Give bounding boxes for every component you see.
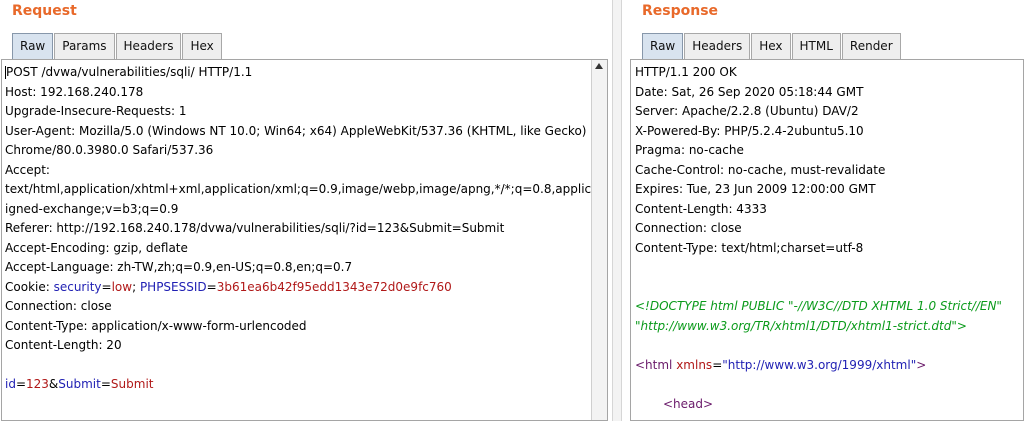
response-line: Pragma: no-cache [635,143,744,157]
request-line: Accept-Encoding: gzip, deflate [5,240,188,255]
request-title: Request [12,3,77,19]
cookie-name: PHPSESSID [139,279,207,294]
cookie-equals: = [206,279,217,294]
request-line: igned-exchange;v=b3;q=0.9 [5,201,179,216]
request-editor[interactable]: POST /dvwa/vulnerabilities/sqli/ HTTP/1.… [1,59,608,421]
response-line: Cache-Control: no-cache, must-revalidate [635,162,886,177]
response-line: Expires: Tue, 23 Jun 2009 12:00:00 GMT [635,182,876,196]
tab-response-hex[interactable]: Hex [751,33,791,59]
response-pane: Response Raw Headers Hex HTML Render HTT… [622,0,1024,421]
tab-response-raw[interactable]: Raw [642,33,684,59]
html-attr-name: xmlns [672,357,713,372]
request-tabs: Raw Params Headers Hex [12,33,223,59]
response-line: Content-Type: text/html;charset=utf-8 [635,240,864,255]
param-name: Submit [58,377,101,391]
param-equals: = [100,377,111,391]
head-tag-line: <head> [663,396,714,411]
request-line: Accept-Language: zh-TW,zh;q=0.9,en-US;q=… [5,260,353,274]
response-line: X-Powered-By: PHP/5.2.4-2ubuntu5.10 [635,123,864,138]
cookie-line: Cookie: security=low; PHPSESSID=3b61ea6b… [5,278,607,298]
response-title: Response [642,3,719,19]
tab-request-headers[interactable]: Headers [115,33,182,59]
response-line: HTTP/1.1 200 OK [635,65,737,79]
param-value: 123 [26,377,49,391]
tab-request-hex[interactable]: Hex [182,33,222,59]
scroll-up-arrow-icon[interactable] [595,63,603,69]
html-attr-equals: = [712,357,723,372]
request-line: Accept: [5,162,50,177]
cookie-value: 3b61ea6b42f95edd1343e72d0e9fc760 [216,279,452,294]
request-line: Host: 192.168.240.178 [5,84,144,99]
html-tag-line: <html xmlns="http://www.w3.org/1999/xhtm… [635,356,1002,376]
request-line: Chrome/80.0.3980.0 Safari/537.36 [5,143,214,157]
response-line: Server: Apache/2.2.8 (Ubuntu) DAV/2 [635,104,859,118]
request-line: Content-Type: application/x-www-form-url… [5,318,307,333]
cookie-name: security [53,279,102,294]
request-line: User-Agent: Mozilla/5.0 (Windows NT 10.0… [5,123,587,138]
cookie-separator: ; [132,279,140,294]
html-attr-value: "http://www.w3.org/1999/xhtml" [722,357,917,372]
request-line: Connection: close [5,299,112,313]
response-editor[interactable]: HTTP/1.1 200 OK Date: Sat, 26 Sep 2020 0… [630,59,1024,421]
request-text: POST /dvwa/vulnerabilities/sqli/ HTTP/1.… [5,63,608,395]
cookie-value: low [111,279,133,294]
param-equals: = [15,377,27,391]
html-tag-open: <html [635,357,673,372]
tab-response-render[interactable]: Render [841,33,901,59]
tab-request-raw[interactable]: Raw [12,33,54,59]
response-line: Connection: close [635,221,742,235]
pane-splitter[interactable] [612,0,622,421]
request-line: Referer: http://192.168.240.178/dvwa/vul… [5,221,505,235]
response-line: Content-Length: 4333 [635,201,767,216]
request-scrollbar[interactable] [591,60,607,420]
param-separator: & [48,377,59,391]
param-name: id [5,377,16,391]
body-line: id=123&Submit=Submit [5,375,607,395]
cookie-label: Cookie: [5,279,54,294]
tab-response-headers[interactable]: Headers [684,33,751,59]
response-line: Date: Sat, 26 Sep 2020 05:18:44 GMT [635,84,864,99]
doctype-line: <!DOCTYPE html PUBLIC "-//W3C//DTD XHTML… [635,299,1002,313]
request-pane: Request Raw Params Headers Hex POST /dvw… [0,0,612,421]
request-line: Content-Length: 20 [5,338,122,352]
request-line: text/html,application/xhtml+xml,applicat… [5,182,608,196]
cookie-equals: = [101,279,112,294]
html-tag-close: > [916,357,927,372]
tab-response-html[interactable]: HTML [791,33,841,59]
request-line: Upgrade-Insecure-Requests: 1 [5,104,187,118]
param-value: Submit [110,377,154,391]
response-text: HTTP/1.1 200 OK Date: Sat, 26 Sep 2020 0… [635,63,1002,414]
request-line-text: POST /dvwa/vulnerabilities/sqli/ HTTP/1.… [6,65,253,79]
tab-request-params[interactable]: Params [54,33,115,59]
request-line: POST /dvwa/vulnerabilities/sqli/ HTTP/1.… [5,63,607,83]
response-tabs: Raw Headers Hex HTML Render [642,33,902,59]
doctype-line: "http://www.w3.org/TR/xhtml1/DTD/xhtml1-… [635,318,967,333]
